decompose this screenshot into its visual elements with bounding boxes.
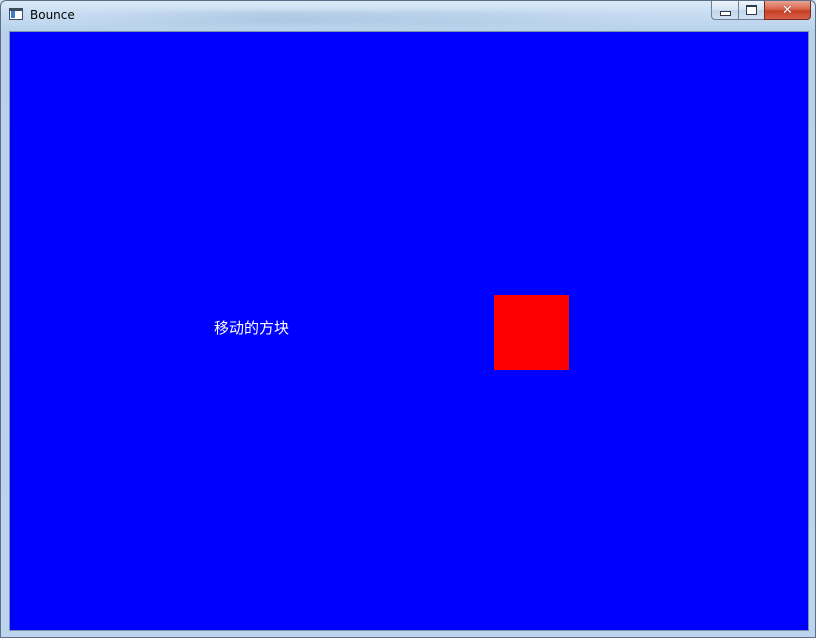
render-canvas[interactable]: 移动的方块 — [10, 32, 808, 630]
minimize-button[interactable] — [711, 1, 738, 20]
moving-square-label: 移动的方块 — [214, 319, 290, 337]
close-icon: ✕ — [782, 2, 793, 18]
caption-buttons: ✕ — [711, 1, 811, 21]
maximize-button[interactable] — [738, 1, 764, 20]
title-bar[interactable]: Bounce ✕ — [1, 1, 815, 31]
window-title: Bounce — [30, 8, 75, 22]
app-window-icon[interactable] — [9, 8, 23, 20]
minimize-icon — [719, 10, 731, 16]
client-area: 移动的方块 — [9, 31, 809, 631]
background-window-blur — [81, 11, 651, 25]
app-window: Bounce ✕ 移动的方块 — [0, 0, 816, 638]
moving-square — [494, 295, 569, 370]
close-button[interactable]: ✕ — [764, 1, 811, 20]
maximize-icon — [746, 5, 757, 15]
